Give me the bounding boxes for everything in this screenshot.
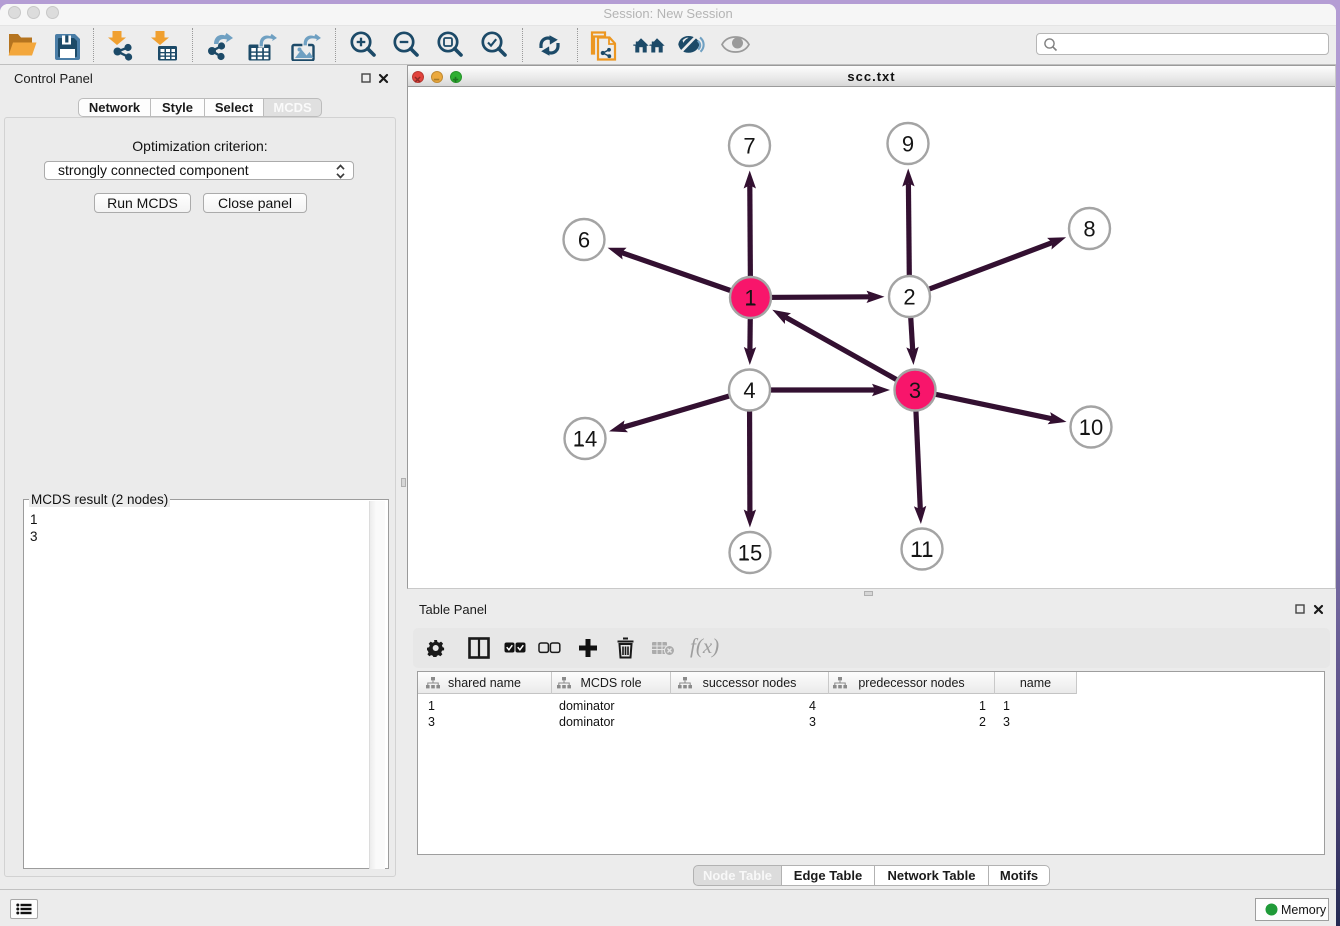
svg-text:7: 7 [743,133,755,158]
svg-text:4: 4 [743,378,755,403]
svg-text:3: 3 [909,378,921,403]
svg-text:9: 9 [902,131,914,156]
svg-text:2: 2 [903,284,915,309]
svg-text:15: 15 [738,540,762,565]
svg-text:11: 11 [911,537,934,562]
svg-text:10: 10 [1079,415,1103,440]
svg-text:6: 6 [578,227,590,252]
svg-text:14: 14 [573,426,597,451]
svg-text:1: 1 [744,285,756,310]
svg-text:8: 8 [1083,216,1095,241]
